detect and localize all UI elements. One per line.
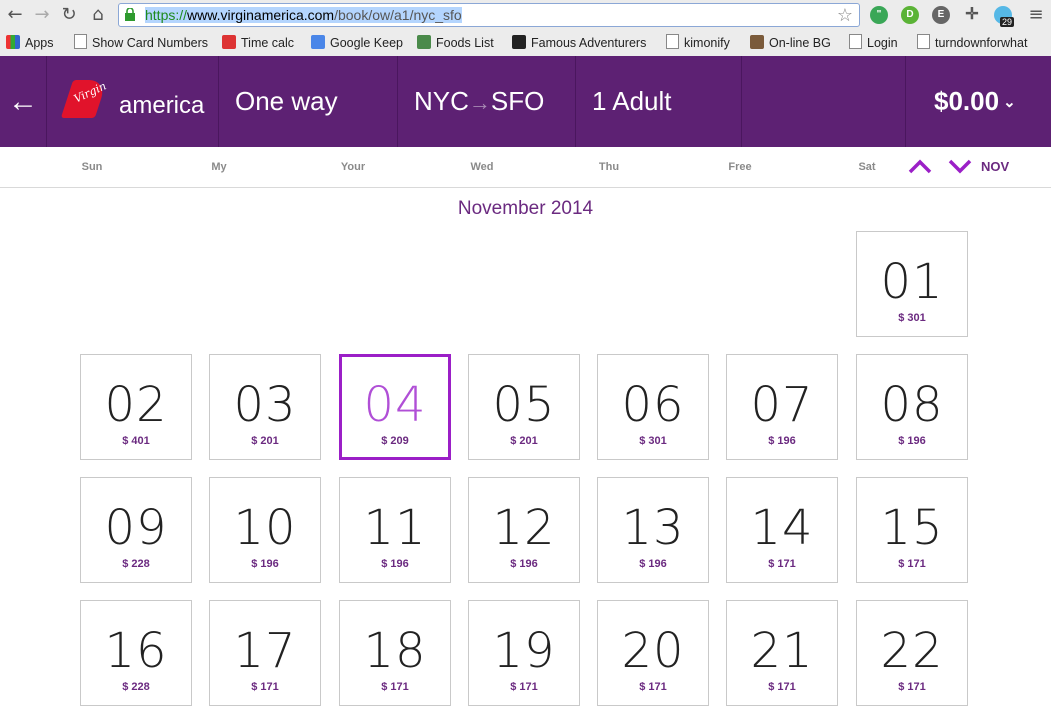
day-number: 08 — [880, 377, 944, 433]
calendar-day[interactable]: 19 $ 171 — [468, 600, 580, 706]
day-price: $ 301 — [639, 435, 667, 447]
calendar-day[interactable]: 20 $ 171 — [597, 600, 709, 706]
day-number: 22 — [880, 623, 944, 679]
day-price: $ 171 — [510, 681, 538, 693]
day-number: 12 — [492, 500, 556, 556]
day-number: 13 — [621, 500, 685, 556]
calendar-day[interactable]: 15 $ 171 — [856, 477, 968, 583]
calendar-day[interactable]: 14 $ 171 — [726, 477, 838, 583]
day-number: 01 — [880, 254, 944, 310]
day-price: $ 228 — [122, 558, 150, 570]
day-number: 10 — [233, 500, 297, 556]
day-number: 19 — [492, 623, 556, 679]
calendar-day[interactable]: 07 $ 196 — [726, 354, 838, 460]
calendar-day[interactable]: 22 $ 171 — [856, 600, 968, 706]
day-price: $ 171 — [381, 681, 409, 693]
day-price: $ 196 — [381, 558, 409, 570]
day-number: 14 — [750, 500, 814, 556]
day-price: $ 171 — [768, 681, 796, 693]
day-price: $ 228 — [122, 681, 150, 693]
day-number: 02 — [104, 377, 168, 433]
day-number: 21 — [750, 623, 814, 679]
day-number: 11 — [363, 500, 427, 556]
day-number: 07 — [750, 377, 814, 433]
day-number: 16 — [104, 623, 168, 679]
day-price: $ 171 — [639, 681, 667, 693]
calendar-day[interactable]: 18 $ 171 — [339, 600, 451, 706]
calendar-day[interactable]: 06 $ 301 — [597, 354, 709, 460]
calendar-day[interactable]: 01 $ 301 — [856, 231, 968, 337]
day-number: 06 — [621, 377, 685, 433]
day-number: 05 — [492, 377, 556, 433]
day-price: $ 171 — [768, 558, 796, 570]
calendar-day[interactable]: 08 $ 196 — [856, 354, 968, 460]
day-number: 18 — [363, 623, 427, 679]
calendar-day[interactable]: 11 $ 196 — [339, 477, 451, 583]
day-price: $ 209 — [381, 435, 409, 447]
day-number: 17 — [233, 623, 297, 679]
calendar-day[interactable]: 09 $ 228 — [80, 477, 192, 583]
calendar-day[interactable]: 02 $ 401 — [80, 354, 192, 460]
calendar-grid: 01 $ 301 02 $ 401 03 $ 201 04 $ 209 05 $ 201 06 $ 3… — [0, 0, 1051, 712]
calendar-day[interactable]: 03 $ 201 — [209, 354, 321, 460]
day-price: $ 196 — [768, 435, 796, 447]
day-number: 04 — [363, 377, 427, 433]
day-price: $ 196 — [510, 558, 538, 570]
day-price: $ 171 — [898, 558, 926, 570]
day-price: $ 301 — [898, 312, 926, 324]
calendar-day[interactable]: 05 $ 201 — [468, 354, 580, 460]
day-price: $ 171 — [251, 681, 279, 693]
day-price: $ 401 — [122, 435, 150, 447]
day-price: $ 196 — [251, 558, 279, 570]
calendar-day-selected[interactable]: 04 $ 209 — [339, 354, 451, 460]
day-number: 15 — [880, 500, 944, 556]
calendar-day[interactable]: 12 $ 196 — [468, 477, 580, 583]
day-number: 09 — [104, 500, 168, 556]
calendar-day[interactable]: 16 $ 228 — [80, 600, 192, 706]
day-price: $ 171 — [898, 681, 926, 693]
day-price: $ 201 — [510, 435, 538, 447]
day-number: 03 — [233, 377, 297, 433]
day-price: $ 196 — [898, 435, 926, 447]
calendar-day[interactable]: 17 $ 171 — [209, 600, 321, 706]
calendar-day[interactable]: 13 $ 196 — [597, 477, 709, 583]
day-number: 20 — [621, 623, 685, 679]
calendar-day[interactable]: 21 $ 171 — [726, 600, 838, 706]
day-price: $ 201 — [251, 435, 279, 447]
calendar-day[interactable]: 10 $ 196 — [209, 477, 321, 583]
day-price: $ 196 — [639, 558, 667, 570]
